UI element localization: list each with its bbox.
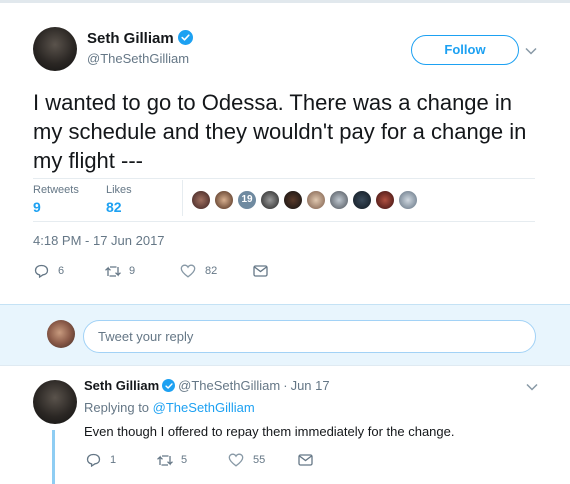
message-action[interactable] <box>298 454 313 466</box>
retweet-icon <box>104 265 122 278</box>
thread-connector <box>52 430 55 484</box>
message-icon <box>298 454 313 466</box>
verified-badge-icon <box>177 30 193 45</box>
liker-avatar[interactable] <box>214 190 234 210</box>
tweet-text: I wanted to go to Odessa. There was a ch… <box>33 90 527 173</box>
retweet-action[interactable]: 9 <box>104 265 180 278</box>
chevron-down-icon[interactable] <box>526 380 538 394</box>
retweet-icon <box>156 454 174 467</box>
author-name[interactable]: Seth Gilliam <box>87 30 193 47</box>
message-icon <box>253 265 268 277</box>
likes-label: Likes <box>106 184 132 196</box>
liker-avatar[interactable] <box>329 190 349 210</box>
divider-bottom <box>33 221 535 222</box>
like-count: 55 <box>253 454 266 466</box>
liker-avatar[interactable] <box>398 190 418 210</box>
retweets-label: Retweets <box>33 184 79 196</box>
chevron-down-icon[interactable] <box>525 44 537 58</box>
tweet-timestamp[interactable]: 4:18 PM - 17 Jun 2017 <box>33 233 165 248</box>
liker-avatar[interactable] <box>191 190 211 210</box>
reply-header: Seth Gilliam @TheSethGilliam · Jun 17 <box>84 378 330 393</box>
liker-avatar[interactable] <box>352 190 372 210</box>
liker-avatar[interactable] <box>375 190 395 210</box>
like-action[interactable]: 55 <box>228 453 298 467</box>
retweet-action[interactable]: 5 <box>156 454 228 467</box>
verified-badge-icon <box>162 379 176 392</box>
author-avatar[interactable] <box>33 27 77 71</box>
divider-top <box>33 178 535 179</box>
stats-separator <box>182 180 183 216</box>
reply-icon <box>86 453 101 467</box>
message-action[interactable] <box>253 265 268 277</box>
reply-actions: 1 5 55 <box>86 451 313 469</box>
reply-date[interactable]: Jun 17 <box>291 378 330 393</box>
reply-author-avatar[interactable] <box>33 380 77 424</box>
likes-count[interactable]: 82 <box>106 199 122 215</box>
replying-prefix: Replying to <box>84 400 150 415</box>
heart-icon <box>228 453 244 467</box>
liker-avatar[interactable] <box>283 190 303 210</box>
retweets-count[interactable]: 9 <box>33 199 41 215</box>
current-user-avatar[interactable] <box>47 320 75 348</box>
reply-author-name[interactable]: Seth Gilliam <box>84 378 159 393</box>
reply-action[interactable]: 6 <box>34 264 104 278</box>
author-name-text[interactable]: Seth Gilliam <box>87 30 174 47</box>
liker-avatars: 19 <box>191 190 421 210</box>
replying-to-link[interactable]: @TheSethGilliam <box>153 400 255 415</box>
author-handle[interactable]: @TheSethGilliam <box>87 51 189 66</box>
liker-avatar[interactable] <box>306 190 326 210</box>
reply-author-handle[interactable]: @TheSethGilliam <box>178 378 280 393</box>
reply-input[interactable]: Tweet your reply <box>83 320 536 353</box>
reply-action[interactable]: 1 <box>86 453 156 467</box>
like-action[interactable]: 82 <box>180 264 253 278</box>
reply-text: Even though I offered to repay them imme… <box>84 424 455 439</box>
separator-dot: · <box>283 378 288 393</box>
liker-badge-text: 19 <box>241 194 253 205</box>
replying-to: Replying to @TheSethGilliam <box>84 400 255 415</box>
liker-avatar[interactable]: 19 <box>237 190 257 210</box>
reply-icon <box>34 264 49 278</box>
main-tweet: Seth Gilliam @TheSethGilliam Follow I wa… <box>0 0 570 298</box>
tweet-actions: 6 9 82 <box>34 262 268 280</box>
retweet-count: 5 <box>181 454 188 466</box>
heart-icon <box>180 264 196 278</box>
like-count: 82 <box>205 265 218 277</box>
follow-button[interactable]: Follow <box>411 35 519 65</box>
reply-count: 6 <box>58 265 65 277</box>
liker-avatar[interactable] <box>260 190 280 210</box>
retweet-count: 9 <box>129 265 136 277</box>
reply-count: 1 <box>110 454 117 466</box>
